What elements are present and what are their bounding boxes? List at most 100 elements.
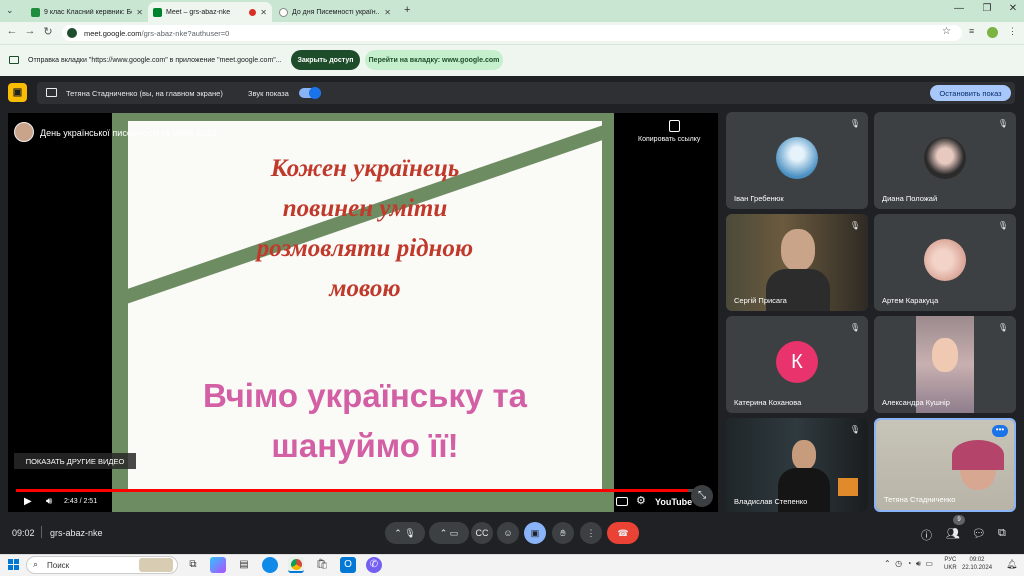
more-options-icon[interactable]: ••• — [992, 425, 1008, 437]
participant-tile[interactable]: 🎙︎ Владислав Степенко — [726, 418, 868, 512]
video-title[interactable]: День української писемності та мови 2023 — [40, 128, 216, 138]
tab-google[interactable]: До дня Писемності україн... ✕ — [274, 2, 396, 22]
microphone-button[interactable]: ⌃ 🎙︎ — [385, 522, 425, 544]
leave-call-button[interactable]: ☎ — [607, 522, 639, 544]
volume-icon[interactable]: 🔊︎ — [46, 496, 52, 507]
avatar — [776, 137, 818, 179]
people-icon[interactable]: 👥︎ — [946, 527, 960, 540]
task-view-icon[interactable]: ⧉ — [185, 557, 201, 573]
tab-meet[interactable]: Meet – grs-abaz-nke ✕ — [148, 2, 272, 22]
tab-title: Meet – grs-abaz-nke — [166, 8, 231, 16]
tab-class[interactable]: 9 клас Класний керівник: Бойко ✕ — [26, 2, 148, 22]
forward-icon[interactable]: → — [22, 25, 38, 37]
profile-avatar[interactable] — [987, 27, 998, 38]
system-tray[interactable]: ⌃ ◷ ◔ 🔊︎ ▭ — [884, 559, 933, 569]
participant-tile[interactable]: 🎙︎ Александра Кушнір — [874, 316, 1016, 413]
wifi-icon[interactable]: ◔ — [907, 559, 912, 568]
youtube-logo[interactable]: YouTube — [655, 497, 692, 507]
more-vert-icon: ⋮ — [586, 527, 596, 538]
hand-icon: ✋︎ — [560, 527, 566, 538]
copy-link-label[interactable]: Копировать ссылку — [638, 136, 700, 143]
microphone-icon: 🎙︎ — [404, 527, 416, 538]
bookmark-star-icon[interactable]: ☆ — [942, 26, 951, 37]
edge-icon[interactable] — [262, 557, 278, 573]
participant-tile[interactable]: 🎙︎ Артем Каракуца — [874, 214, 1016, 311]
self-tile[interactable]: ••• Тетяна Стадниченко — [874, 418, 1016, 512]
participant-name: Тетяна Стадниченко — [884, 495, 956, 504]
notifications-icon[interactable]: 🔔︎ — [1006, 559, 1017, 570]
media-icon[interactable]: ≡ — [969, 26, 974, 36]
battery-icon[interactable]: ▭ — [925, 559, 933, 568]
slide-text-line: Вчімо українську та — [203, 377, 527, 414]
captions-button[interactable]: CC — [471, 522, 493, 544]
meeting-info-icon[interactable]: ⓘ — [921, 527, 932, 543]
participant-tile[interactable]: 🎙︎ Диана Положай — [874, 112, 1016, 209]
close-icon[interactable]: ✕ — [260, 8, 267, 17]
participant-tile[interactable]: 🎙︎ Іван Гребенюк — [726, 112, 868, 209]
viber-icon[interactable]: ✆ — [366, 557, 382, 573]
tab-title: 9 клас Класний керівник: Бойко — [44, 8, 132, 16]
captions-icon: CC — [475, 528, 489, 538]
chat-icon[interactable]: 💬︎ — [972, 527, 986, 540]
more-options-button[interactable]: ⋮ — [580, 522, 602, 544]
settings-gear-icon[interactable]: ⚙ — [636, 494, 646, 507]
avatar — [924, 239, 966, 281]
restore-icon[interactable]: ❐ — [978, 3, 996, 14]
participant-tile[interactable]: 🎙︎ Сергій Присага — [726, 214, 868, 311]
chrome-icon[interactable] — [288, 557, 304, 573]
back-icon[interactable]: ← — [4, 25, 20, 37]
channel-avatar[interactable] — [14, 122, 34, 142]
file-explorer-icon[interactable]: ▤ — [236, 557, 252, 573]
address-bar[interactable]: meet.google.com/grs-abaz-nke?authuser=0 — [62, 25, 962, 41]
search-placeholder: Поиск — [47, 560, 70, 570]
play-icon[interactable]: ▶ — [24, 496, 32, 507]
search-icon: ⌕ — [33, 559, 39, 569]
windows-start-icon[interactable] — [8, 559, 20, 571]
system-clock[interactable]: 09:02 22.10.2024 — [962, 556, 992, 572]
copilot-icon[interactable] — [210, 557, 226, 573]
more-videos-button[interactable]: ПОКАЗАТЬ ДРУГИЕ ВИДЕО — [14, 453, 136, 469]
share-tab-icon — [9, 56, 19, 64]
pin-expand-icon[interactable]: ⤡ — [691, 485, 713, 507]
tab-search-icon[interactable]: ⌄ — [6, 5, 14, 16]
subtitles-icon[interactable] — [616, 497, 628, 506]
reload-icon[interactable]: ↻ — [40, 25, 56, 38]
video-progress-fill — [16, 489, 688, 492]
system-time: 09:02 — [969, 557, 985, 563]
avatar — [924, 137, 966, 179]
share-audio-toggle[interactable] — [299, 87, 321, 99]
menu-icon[interactable]: ⋮ — [1008, 26, 1017, 37]
screen-share-icon — [46, 88, 57, 97]
system-date: 22.10.2024 — [962, 565, 993, 571]
stop-presenting-button[interactable]: Остановить показ — [930, 85, 1011, 101]
chevron-up-icon[interactable]: ⌃ — [440, 528, 448, 539]
store-icon[interactable]: 🛍︎ — [314, 557, 330, 573]
network-icon[interactable]: ◷ — [895, 559, 902, 568]
present-button[interactable]: ▣ — [524, 522, 546, 544]
taskbar-search[interactable]: ⌕ Поиск — [26, 556, 178, 574]
volume-icon[interactable]: 🔊︎ — [916, 559, 921, 568]
new-tab-button[interactable]: + — [404, 4, 410, 16]
camera-icon: ▭ — [449, 527, 459, 538]
presenter-name: Тетяна Стадниченко (вы, на главном экран… — [66, 89, 223, 98]
chevron-up-icon[interactable]: ⌃ — [884, 559, 891, 568]
reactions-button[interactable]: ☺ — [497, 522, 519, 544]
raise-hand-button[interactable]: ✋︎ — [552, 522, 574, 544]
meeting-code: grs-abaz-nke — [50, 528, 103, 538]
stop-sharing-button[interactable]: Закрыть доступ — [291, 50, 360, 70]
switch-tab-button[interactable]: Перейти на вкладку: www.google.com — [365, 50, 503, 70]
language-indicator[interactable]: РУС UKR — [944, 556, 957, 572]
participant-tile[interactable]: 🎙︎ К Катерина Коханова — [726, 316, 868, 413]
activities-icon[interactable]: ⧉ — [998, 527, 1006, 540]
chevron-up-icon[interactable]: ⌃ — [394, 528, 402, 539]
close-window-icon[interactable]: ✕ — [1004, 3, 1022, 14]
copy-link-icon[interactable] — [669, 120, 680, 132]
site-info-icon[interactable] — [67, 28, 77, 38]
close-icon[interactable]: ✕ — [384, 8, 391, 17]
mic-off-icon: 🎙︎ — [997, 221, 1008, 230]
camera-button[interactable]: ⌃ ▭ — [429, 522, 469, 544]
close-icon[interactable]: ✕ — [136, 8, 143, 17]
classroom-favicon-icon — [31, 7, 40, 17]
outlook-icon[interactable]: O — [340, 557, 356, 573]
minimize-icon[interactable]: — — [950, 3, 968, 14]
